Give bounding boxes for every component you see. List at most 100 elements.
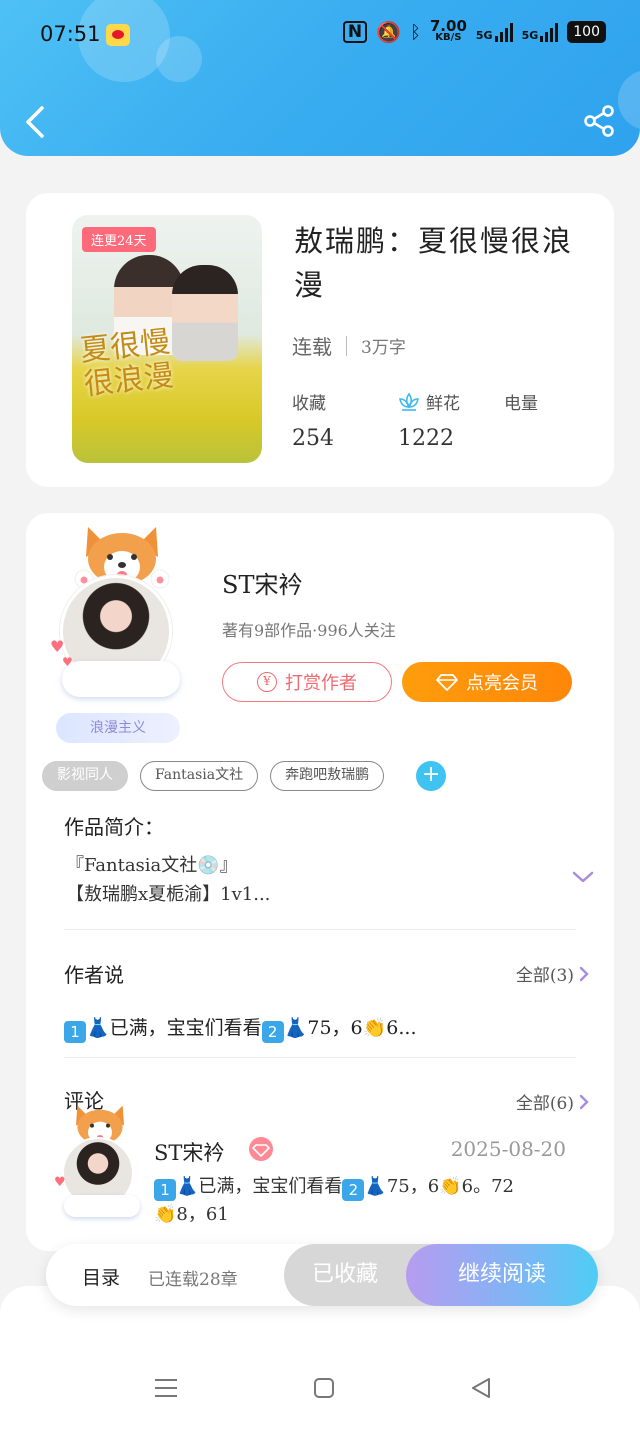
action-bar: 目录 已连载28章 已收藏 继续阅读 (46, 1244, 598, 1306)
comment-text[interactable]: 1 👗已满，宝宝们看看 2 👗75，6👏6。72 👏8，61 (154, 1173, 574, 1229)
cover-figure (172, 265, 238, 361)
keycap-two-icon: 2 (261, 1021, 284, 1043)
signal-bars-icon (494, 22, 513, 42)
book-status: 连载 (292, 335, 332, 359)
dress-icon: 👗 (364, 1176, 387, 1197)
tag-item[interactable]: Fantasia文社 (140, 761, 259, 791)
comment-part: 8，61 (176, 1204, 229, 1225)
cover-badge: 连更24天 (82, 227, 156, 252)
vip-diamond-badge-icon (249, 1137, 273, 1161)
stat-label: 电量 (504, 394, 538, 414)
speed-value: 7.00 (429, 17, 467, 35)
author-says-part: 75，6 (307, 1017, 363, 1039)
stat-label: 鲜花 (426, 394, 460, 414)
chevron-down-icon[interactable] (571, 869, 595, 885)
author-says-text[interactable]: 1 👗已满，宝宝们看看 2 👗75，6👏6... (64, 1013, 417, 1043)
intro-line: 『Fantasia文社💿』 (66, 855, 238, 876)
stat-label-row: 鲜花 (398, 389, 504, 414)
home-icon[interactable] (313, 1377, 335, 1399)
speed-unit: KB/S (435, 32, 462, 43)
keycap-two-icon: 2 (342, 1179, 365, 1201)
book-tags: 影视同人 Fantasia文社 奔跑吧敖瑞鹏 + (42, 761, 447, 791)
sim2-label: 5G (521, 29, 539, 42)
status-time: 07:51 (40, 22, 101, 46)
comment-date: 2025-08-20 (450, 1137, 566, 1161)
system-nav-bar (0, 1360, 640, 1420)
divider (64, 1057, 576, 1058)
intro-line: 【敖瑞鹏x夏栀渝】1v1... (66, 884, 271, 905)
back-triangle-icon[interactable] (470, 1377, 492, 1399)
signal-sim2: 5G (522, 22, 559, 42)
meta-divider (346, 335, 347, 356)
sim1-label: 5G (475, 29, 493, 42)
stat-label: 收藏 (292, 394, 326, 414)
dress-icon: 👗 (86, 1017, 110, 1039)
status-bar: 07:51 N 🔕 ᛒ 7.00 KB/S 5G 5G 100 (0, 0, 640, 72)
book-stats: 收藏 254 鲜花 1222 电量 (292, 389, 610, 451)
stat-value: 1222 (398, 426, 454, 451)
author-says-part: 已满，宝宝们看看 (109, 1017, 262, 1039)
nfc-icon: N (342, 21, 368, 43)
author-says-label: 作者说 (64, 963, 124, 987)
header-bar: 07:51 N 🔕 ᛒ 7.00 KB/S 5G 5G 100 (0, 0, 640, 156)
intro-text[interactable]: 『Fantasia文社💿』 【敖瑞鹏x夏栀渝】1v1... (66, 851, 536, 909)
keycap-one-icon: 1 (64, 1021, 86, 1043)
divider (64, 929, 576, 930)
yuan-coin-icon: ¥ (257, 672, 277, 692)
book-title: 敖瑞鹏：夏很慢很浪漫 (294, 224, 574, 302)
reward-label: 打赏作者 (285, 673, 357, 694)
bluetooth-icon: ᛒ (410, 21, 421, 43)
clap-icon: 👏 (154, 1204, 177, 1225)
decor-bubble (618, 70, 640, 130)
author-title-tag: 浪漫主义 (56, 713, 180, 743)
book-cover[interactable]: 连更24天 夏很慢 很浪漫 (72, 215, 262, 463)
status-icons: N 🔕 ᛒ 7.00 KB/S 5G 5G 100 (342, 17, 606, 44)
stat-power[interactable]: 电量 (504, 389, 610, 451)
author-says-all-link[interactable]: 全部(3) (516, 961, 590, 986)
signal-bars-icon (540, 22, 559, 42)
cover-title: 夏很慢 很浪漫 (78, 324, 176, 403)
comment-part: 75，6 (386, 1176, 440, 1197)
stat-value: 254 (292, 426, 334, 451)
share-icon[interactable] (582, 104, 616, 138)
menu-icon[interactable] (154, 1378, 178, 1398)
intro-label: 作品简介： (64, 815, 164, 839)
chevron-right-icon (579, 1094, 589, 1109)
book-meta: 连载 3万字 (292, 331, 406, 360)
cloud-decor (62, 661, 180, 697)
tag-item[interactable]: 影视同人 (42, 761, 128, 791)
dress-icon: 👗 (176, 1176, 199, 1197)
all-link-label: 全部(6) (515, 1094, 574, 1114)
commenter-avatar-frame[interactable]: ♥ (50, 1103, 150, 1223)
author-card: ♥ ♥ 浪漫主义 ST宋衿 著有9部作品·996人关注 ¥ 打赏作者 点亮会员 … (26, 513, 614, 1251)
tag-item[interactable]: 奔跑吧敖瑞鹏 (270, 761, 385, 791)
comment-part: 6。72 (461, 1176, 514, 1197)
heart-icon: ♥ (50, 637, 65, 656)
weibo-icon (106, 24, 130, 46)
dress-icon: 👗 (283, 1017, 308, 1039)
continue-reading-button[interactable]: 继续阅读 (406, 1244, 598, 1306)
vip-member-button[interactable]: 点亮会员 (402, 662, 572, 702)
author-info: 著有9部作品·996人关注 (222, 621, 396, 640)
commenter-name[interactable]: ST宋衿 (154, 1137, 224, 1167)
diamond-icon (436, 674, 458, 691)
toc-button[interactable]: 目录 (82, 1263, 120, 1290)
author-name[interactable]: ST宋衿 (222, 565, 302, 600)
reward-author-button[interactable]: ¥ 打赏作者 (222, 662, 392, 702)
signal-sim1: 5G (476, 22, 513, 42)
chevron-left-icon[interactable] (22, 104, 52, 140)
word-count: 3万字 (361, 338, 406, 358)
author-says-part: 6... (386, 1017, 417, 1039)
chevron-right-icon (579, 966, 589, 981)
clap-icon: 👏 (362, 1017, 387, 1039)
stat-flowers[interactable]: 鲜花 1222 (398, 389, 504, 451)
chapter-count: 已连载28章 (148, 1270, 238, 1290)
mute-bell-icon: 🔕 (376, 20, 402, 44)
author-avatar-frame[interactable]: ♥ ♥ 浪漫主义 (44, 523, 194, 743)
cloud-decor (64, 1195, 140, 1217)
stat-favorites: 收藏 254 (292, 389, 398, 451)
add-tag-icon[interactable]: + (416, 761, 447, 791)
comments-all-link[interactable]: 全部(6) (516, 1089, 590, 1114)
clap-icon: 👏 (439, 1176, 462, 1197)
all-link-label: 全部(3) (515, 966, 574, 986)
